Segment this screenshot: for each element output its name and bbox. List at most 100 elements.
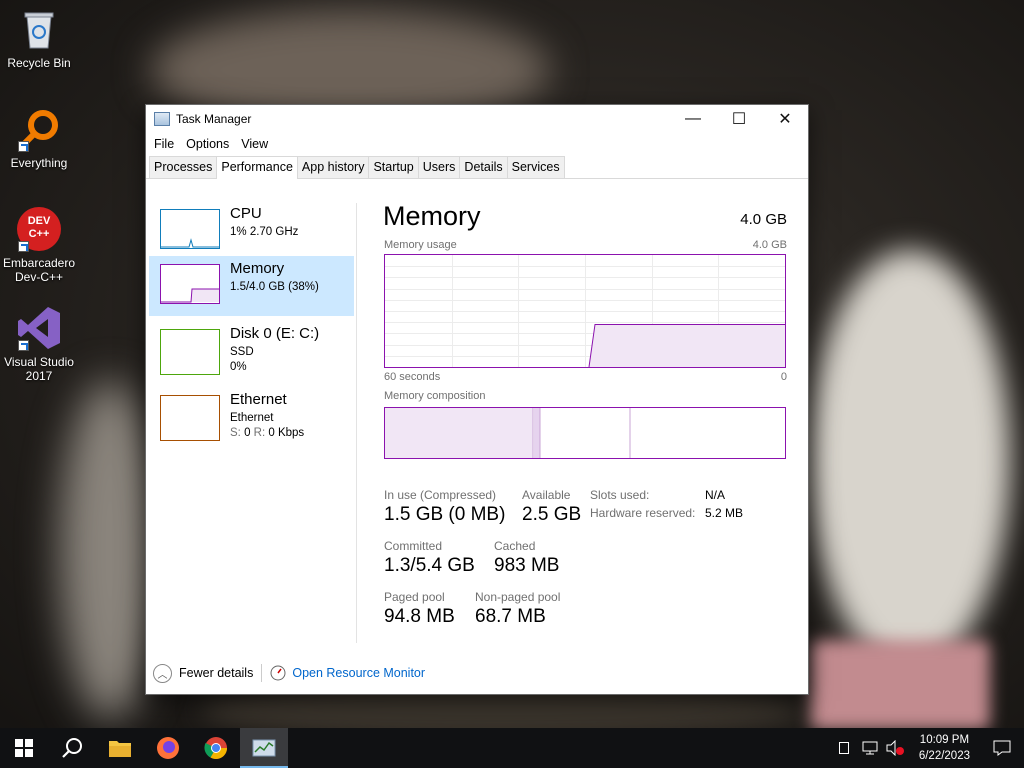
- memory-total: 4.0 GB: [740, 211, 787, 228]
- resource-item-cpu[interactable]: CPU 1% 2.70 GHz: [149, 201, 354, 261]
- paged-pool-value: 94.8 MB: [384, 606, 455, 627]
- graph-x-right-label: 0: [780, 371, 787, 383]
- network-icon[interactable]: [861, 741, 879, 755]
- resource-item-ethernet[interactable]: Ethernet Ethernet S: 0 R: 0 Kbps: [149, 387, 354, 447]
- graph-x-left-label: 60 seconds: [384, 371, 441, 383]
- resource-name: Disk 0 (E: C:): [230, 325, 320, 342]
- memory-composition-bar: [384, 407, 786, 459]
- menu-bar: File Options View: [146, 133, 808, 155]
- taskbar-task-manager[interactable]: [240, 728, 288, 768]
- committed-label: Committed: [384, 539, 443, 553]
- fewer-details-button[interactable]: Fewer details: [179, 666, 253, 680]
- composition-label: Memory composition: [384, 390, 486, 402]
- resource-detail: 1% 2.70 GHz: [230, 226, 299, 238]
- cached-value: 983 MB: [494, 555, 560, 576]
- task-manager-icon: [252, 739, 276, 757]
- desktop-icon-recycle-bin[interactable]: Recycle Bin: [0, 6, 78, 70]
- shortcut-arrow-icon: [18, 241, 29, 252]
- tab-app-history[interactable]: App history: [296, 156, 370, 178]
- window-title: Task Manager: [176, 112, 252, 126]
- tab-details[interactable]: Details: [459, 156, 508, 178]
- action-center-button[interactable]: [980, 728, 1024, 768]
- tab-users[interactable]: Users: [417, 156, 461, 178]
- open-resource-monitor-link[interactable]: Open Resource Monitor: [292, 666, 425, 680]
- menu-view[interactable]: View: [235, 137, 274, 151]
- resource-list: CPU 1% 2.70 GHz Memory 1.5/4.0 GB (38%) …: [146, 201, 356, 641]
- in-use-value: 1.5 GB (0 MB): [384, 504, 506, 525]
- tab-performance[interactable]: Performance: [216, 156, 298, 179]
- visual-studio-icon: [16, 305, 62, 351]
- pane-divider: [356, 203, 357, 643]
- volume-muted-icon[interactable]: [885, 740, 905, 756]
- dev-cpp-logo-text: DEV C++: [27, 215, 51, 240]
- resource-name: CPU: [230, 205, 262, 222]
- tab-services[interactable]: Services: [506, 156, 565, 178]
- memory-usage-graph: [384, 254, 786, 368]
- desktop-icon-label: Visual Studio 2017: [4, 355, 74, 383]
- chevron-up-icon[interactable]: ︿: [153, 663, 172, 683]
- menu-file[interactable]: File: [148, 137, 180, 151]
- resource-detail: 1.5/4.0 GB (38%): [230, 281, 319, 293]
- non-paged-pool-value: 68.7 MB: [475, 606, 546, 627]
- close-icon: ✕: [778, 111, 792, 128]
- desktop-icon-label: Recycle Bin: [7, 56, 71, 70]
- windows-logo-icon: [15, 739, 33, 757]
- minimize-button[interactable]: —: [670, 105, 716, 133]
- tab-startup[interactable]: Startup: [368, 156, 419, 178]
- usage-graph-max: 4.0 GB: [752, 239, 787, 251]
- tray-notification-icon[interactable]: [838, 742, 849, 754]
- resource-detail: SSD: [230, 346, 254, 358]
- start-button[interactable]: [0, 728, 48, 768]
- search-button[interactable]: [48, 728, 96, 768]
- taskbar-clock[interactable]: 10:09 PM 6/22/2023: [909, 732, 980, 764]
- taskbar-chrome[interactable]: [192, 728, 240, 768]
- search-icon: [62, 738, 82, 758]
- available-value: 2.5 GB: [522, 504, 582, 525]
- shortcut-arrow-icon: [18, 141, 29, 152]
- desktop-icon-label: Embarcadero Dev-C++: [2, 256, 76, 284]
- recycle-bin-icon: [16, 6, 62, 52]
- cached-label: Cached: [494, 539, 536, 553]
- title-bar[interactable]: Task Manager — ☐ ✕: [146, 105, 808, 133]
- resource-detail: Ethernet: [230, 412, 274, 424]
- resource-name: Memory: [230, 260, 285, 277]
- footer-bar: ︿ Fewer details Open Resource Monitor: [146, 655, 808, 691]
- resource-name: Ethernet: [230, 391, 287, 408]
- chrome-icon: [204, 737, 227, 759]
- maximize-button[interactable]: ☐: [716, 105, 762, 133]
- desktop-icon-everything[interactable]: Everything: [0, 106, 78, 170]
- taskbar-firefox[interactable]: [144, 728, 192, 768]
- taskbar-file-explorer[interactable]: [96, 728, 144, 768]
- resource-item-disk[interactable]: Disk 0 (E: C:) SSD 0%: [149, 321, 354, 381]
- ethernet-thumbnail-graph: [160, 395, 220, 441]
- menu-options[interactable]: Options: [180, 137, 235, 151]
- cpu-thumbnail-graph: [160, 209, 220, 249]
- resource-detail: 0%: [230, 361, 247, 373]
- close-button[interactable]: ✕: [762, 105, 808, 133]
- system-tray: 10:09 PM 6/22/2023: [838, 728, 1024, 768]
- disk-thumbnail-graph: [160, 329, 220, 375]
- hardware-reserved-label: Hardware reserved:: [590, 506, 696, 520]
- resource-item-memory[interactable]: Memory 1.5/4.0 GB (38%): [149, 256, 354, 316]
- desktop-icon-visual-studio[interactable]: Visual Studio 2017: [0, 305, 78, 383]
- slots-used-label: Slots used:: [590, 488, 650, 502]
- committed-value: 1.3/5.4 GB: [384, 555, 475, 576]
- desktop-icon-dev-cpp[interactable]: DEV C++ Embarcadero Dev-C++: [0, 206, 78, 284]
- in-use-label: In use (Compressed): [384, 488, 497, 502]
- firefox-icon: [157, 737, 179, 759]
- minimize-icon: —: [685, 110, 701, 127]
- footer-separator: [261, 664, 263, 682]
- taskbar: 10:09 PM 6/22/2023: [0, 728, 1024, 768]
- available-label: Available: [522, 488, 571, 502]
- usage-graph-label: Memory usage: [384, 239, 457, 251]
- memory-thumbnail-graph: [160, 264, 220, 304]
- resource-monitor-icon: [270, 665, 286, 681]
- dev-cpp-icon: DEV C++: [16, 206, 62, 252]
- task-manager-app-icon: [154, 112, 170, 126]
- task-manager-window: Task Manager — ☐ ✕ File Options View Pro…: [145, 104, 809, 695]
- tab-processes[interactable]: Processes: [149, 156, 218, 178]
- maximize-icon: ☐: [731, 111, 747, 128]
- clock-date: 6/22/2023: [918, 750, 970, 762]
- page-title: Memory: [383, 201, 481, 231]
- hardware-reserved-value: 5.2 MB: [705, 506, 744, 520]
